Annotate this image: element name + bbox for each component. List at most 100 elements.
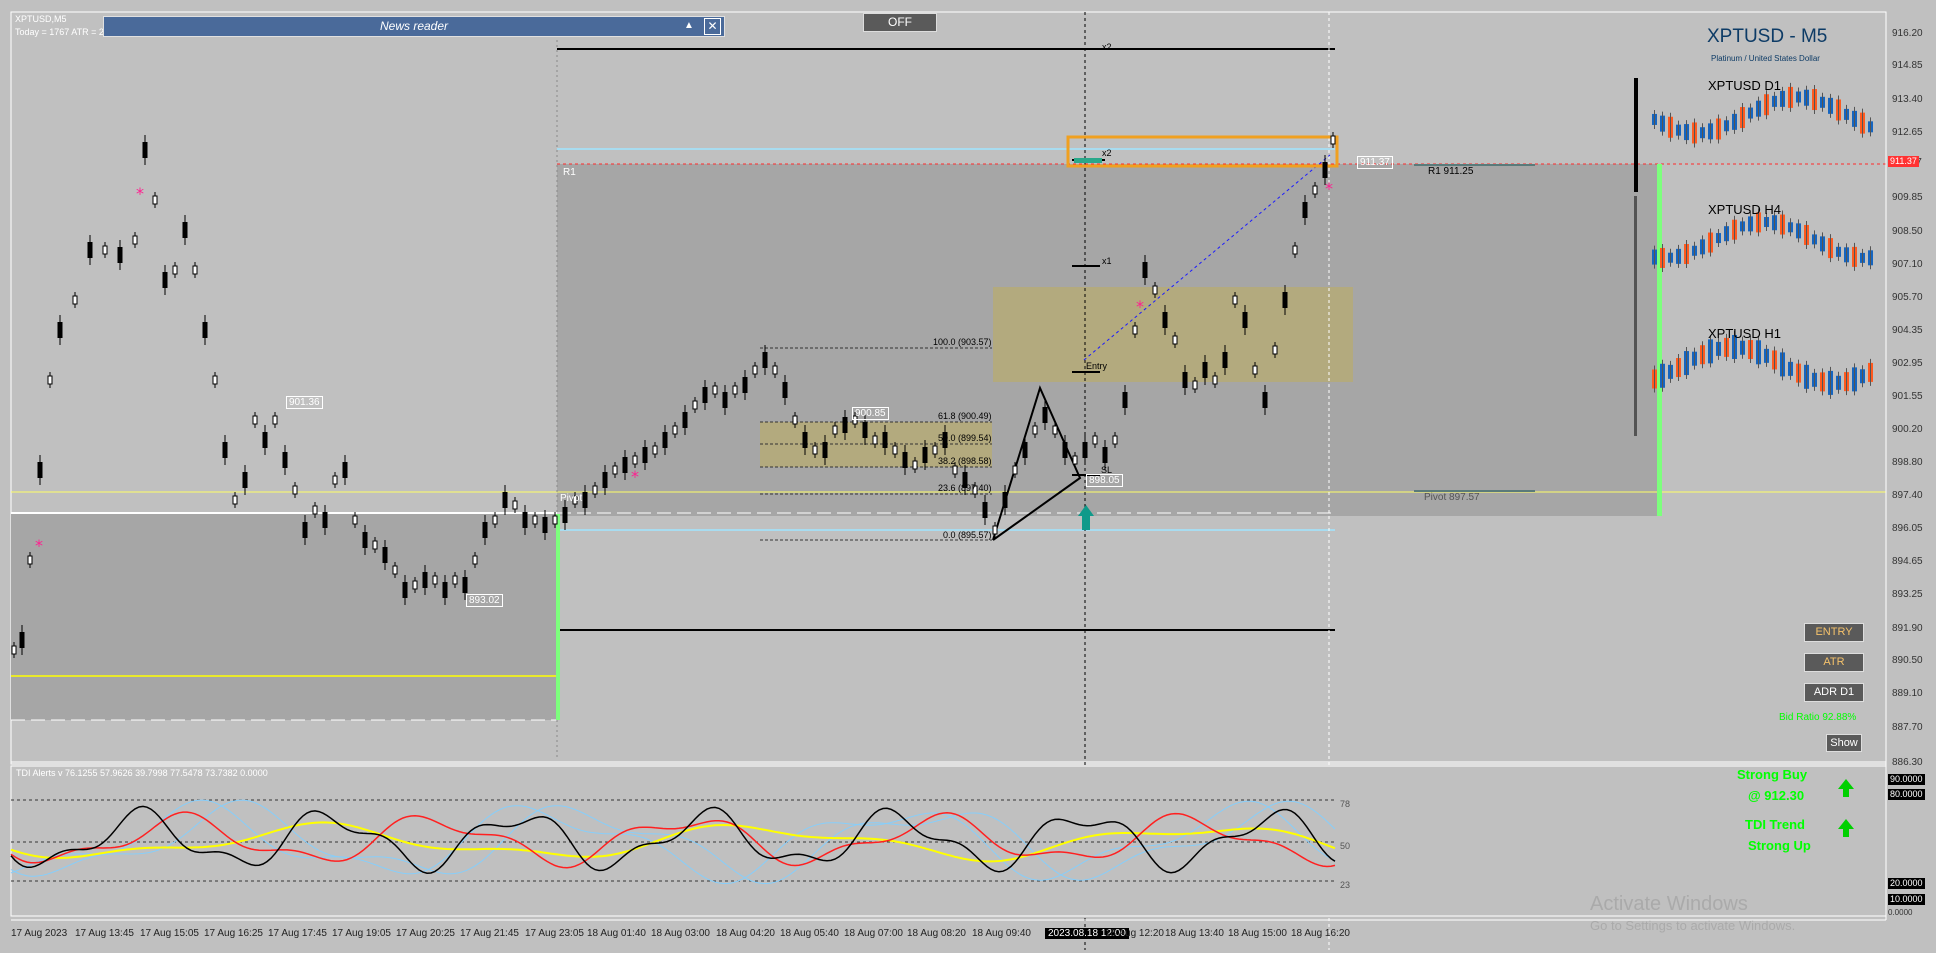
close-icon[interactable]: ✕: [704, 18, 721, 35]
candle: [282, 452, 288, 468]
time-axis-tick: 17 Aug 20:25: [396, 928, 455, 939]
price-axis-tick: 890.50: [1892, 655, 1923, 666]
candle: [922, 447, 928, 463]
candle: [242, 472, 248, 488]
candle: [632, 455, 638, 465]
fib-0-label: 0.0 (895.57): [943, 530, 992, 540]
price-axis-tick: 908.50: [1892, 226, 1923, 237]
price-axis-tick: 898.80: [1892, 457, 1923, 468]
sl-label: SL: [1101, 465, 1113, 475]
entry-button[interactable]: ENTRY: [1804, 623, 1864, 642]
candle: [1062, 442, 1068, 458]
candle: [872, 435, 878, 445]
candle: [57, 322, 63, 338]
candle: [482, 522, 488, 538]
candle: [292, 485, 298, 495]
candle: [1172, 335, 1178, 345]
candle: [1022, 442, 1028, 458]
candle: [652, 445, 658, 455]
tdi-trend-label: TDI Trend: [1745, 817, 1805, 832]
r1-right-label: R1 911.25: [1428, 166, 1474, 177]
fib-382-label: 38.2 (898.58): [938, 456, 992, 466]
candle: [792, 415, 798, 425]
candle: [152, 195, 158, 205]
candle: [272, 415, 278, 425]
candle: [172, 265, 178, 275]
candle: [1052, 425, 1058, 435]
candle: [27, 555, 33, 565]
off-button[interactable]: OFF: [863, 13, 937, 32]
price-chart[interactable]: * * * * *: [0, 0, 1936, 953]
candle: [812, 445, 818, 455]
fib-50-label: 50.0 (899.54): [938, 433, 992, 443]
candle: [1122, 392, 1128, 408]
candle: [782, 382, 788, 398]
time-axis-tick: 17 Aug 16:25: [204, 928, 263, 939]
price-tag-898: 898.05: [1086, 474, 1123, 487]
candle: [1302, 202, 1308, 218]
adr-d1-button[interactable]: ADR D1: [1804, 683, 1864, 702]
candle: [1142, 262, 1148, 278]
time-axis-tick: 18 Aug 04:20: [716, 928, 775, 939]
price-axis-tick: 904.35: [1892, 325, 1923, 336]
time-axis-tick: 18 Aug 09:40: [972, 928, 1031, 939]
candle: [1212, 375, 1218, 385]
star-marker-icon: *: [35, 536, 43, 555]
candle: [432, 575, 438, 585]
r1-label: R1: [563, 167, 576, 178]
pivot-right-label: Pivot 897.57: [1424, 492, 1480, 503]
time-axis-tick: 18 Aug 07:00: [844, 928, 903, 939]
candle: [87, 242, 93, 258]
price-axis-tick: 893.25: [1892, 589, 1923, 600]
candle: [192, 265, 198, 275]
mini-chart-h1-title: XPTUSD H1: [1708, 326, 1781, 341]
candle: [582, 492, 588, 508]
candle: [832, 425, 838, 435]
candle: [302, 522, 308, 538]
time-axis-tick: 18 Aug 05:40: [780, 928, 839, 939]
candle: [1262, 392, 1268, 408]
candle: [712, 385, 718, 395]
chart-subtitle: Platinum / United States Dollar: [1711, 54, 1820, 63]
news-reader-bar[interactable]: News reader ▲ ✕: [103, 16, 725, 37]
candle: [762, 352, 768, 368]
candle: [1032, 425, 1038, 435]
fib-236-label: 23.6 (897.40): [938, 483, 992, 493]
candle: [692, 400, 698, 410]
candle: [672, 425, 678, 435]
atr-button[interactable]: ATR: [1804, 653, 1864, 672]
star-marker-icon: *: [136, 184, 144, 203]
show-button[interactable]: Show: [1826, 734, 1862, 752]
candle: [1252, 365, 1258, 375]
candle: [732, 385, 738, 395]
activate-windows-subtitle: Go to Settings to activate Windows.: [1590, 918, 1796, 933]
candle: [522, 512, 528, 528]
zone-prev-day: [11, 514, 557, 720]
candle: [802, 432, 808, 448]
candle: [892, 445, 898, 455]
price-axis-tick: 901.55: [1892, 391, 1923, 402]
candle: [1182, 372, 1188, 388]
entry-label: Entry: [1086, 361, 1108, 371]
candle: [562, 507, 568, 523]
candle: [202, 322, 208, 338]
candle: [592, 485, 598, 495]
time-axis-tick: 18 Aug 12:20: [1105, 928, 1164, 939]
candle: [162, 272, 168, 288]
candle: [442, 582, 448, 598]
chevron-up-icon[interactable]: ▲: [682, 19, 696, 33]
candle: [1152, 285, 1158, 295]
symbol-label: XPTUSD,M5: [15, 14, 67, 24]
candle: [1132, 325, 1138, 335]
candle: [362, 532, 368, 548]
candle: [462, 577, 468, 593]
news-reader-title: News reader: [380, 19, 449, 33]
tdi-level-50: 50: [1340, 841, 1351, 851]
candle: [1232, 295, 1238, 305]
strong-buy-label: Strong Buy: [1737, 767, 1808, 782]
candle: [1112, 435, 1118, 445]
time-axis-tick: 17 Aug 13:45: [75, 928, 134, 939]
indicator-title: TDI Alerts v 76.1255 57.9626 39.7998 77.…: [16, 768, 268, 778]
candle: [842, 417, 848, 433]
candle: [232, 495, 238, 505]
